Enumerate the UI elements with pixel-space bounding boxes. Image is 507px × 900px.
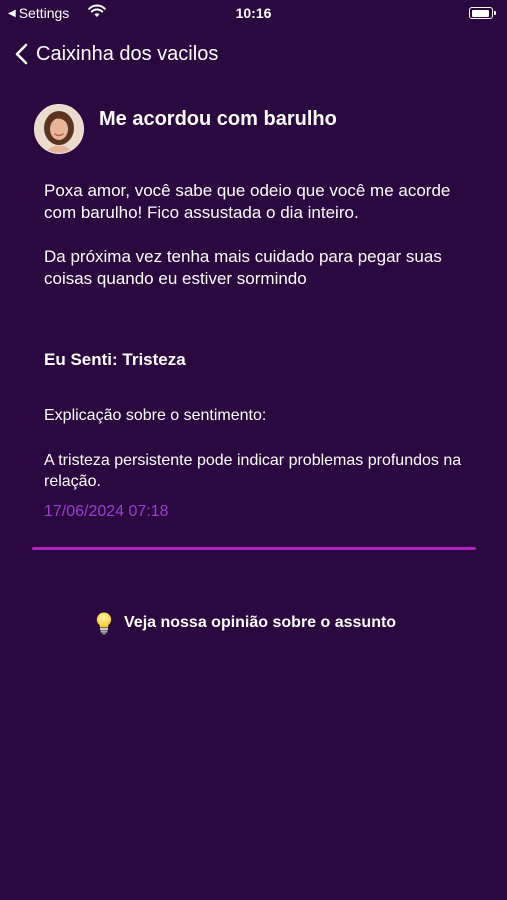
status-bar: ◀ Settings 10:16 [0, 0, 507, 26]
avatar [34, 104, 84, 154]
back-button[interactable]: Caixinha dos vacilos [14, 42, 218, 66]
post-paragraph: Poxa amor, você sabe que odeio que você … [44, 181, 451, 222]
divider [32, 547, 476, 550]
chevron-left-icon [15, 43, 28, 65]
post-header: Me acordou com barulho [34, 104, 337, 154]
explanation-label: Explicação sobre o sentimento: [44, 407, 267, 424]
post-paragraph: Da próxima vez tenha mais cuidado para p… [44, 247, 442, 288]
timestamp: 17/06/2024 07:18 [44, 503, 169, 520]
explanation-text: A tristeza persistente pode indicar prob… [44, 452, 462, 490]
opinion-button[interactable]: Veja nossa opinião sobre o assunto [94, 611, 396, 635]
post-title: Me acordou com barulho [99, 107, 337, 130]
nav-bar: Caixinha dos vacilos [0, 32, 507, 76]
opinion-label: Veja nossa opinião sobre o assunto [124, 614, 397, 631]
nav-title: Caixinha dos vacilos [36, 42, 219, 65]
post-body: Poxa amor, você sabe que odeio que você … [44, 180, 469, 312]
feeling-label: Eu Senti: Tristeza [44, 350, 186, 369]
status-time: 10:16 [235, 5, 272, 21]
battery-icon [469, 7, 496, 19]
lightbulb-icon [96, 612, 112, 635]
